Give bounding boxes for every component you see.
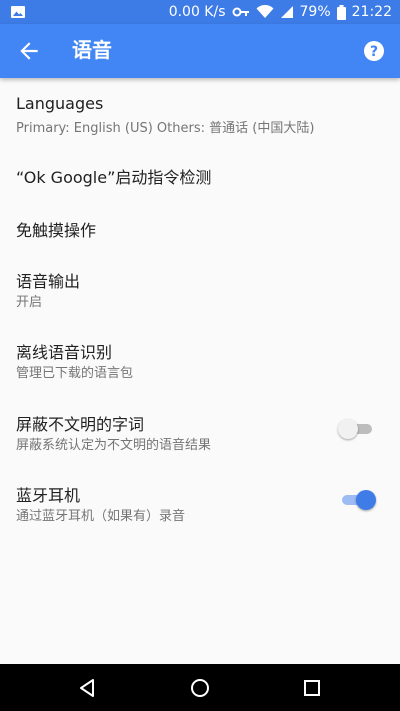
speech-output-title: 语音输出	[16, 272, 81, 291]
signal-icon	[280, 6, 293, 18]
bluetooth-headset-summary: 通过蓝牙耳机（如果有）录音	[16, 509, 186, 524]
offline-recognition-setting[interactable]: 离线语音识别 管理已下载的语言包	[0, 324, 400, 396]
recents-square-icon[interactable]	[300, 676, 324, 700]
navigation-bar	[0, 664, 400, 711]
speech-output-setting[interactable]: 语音输出 开启	[0, 254, 400, 324]
key-icon	[232, 7, 249, 17]
languages-summary: Primary: English (US) Others: 普通话 (中国大陆)	[16, 121, 315, 136]
block-offensive-title: 屏蔽不文明的字词	[16, 415, 145, 434]
hands-free-title: 免触摸操作	[16, 221, 97, 240]
clock: 21:22	[351, 4, 392, 20]
block-offensive-toggle[interactable]	[338, 419, 374, 439]
help-icon[interactable]: ?	[362, 39, 386, 63]
ok-google-setting[interactable]: “Ok Google”启动指令检测	[0, 148, 400, 202]
status-bar: 0.00 K/s 79% 21:22	[0, 0, 400, 24]
offline-recognition-title: 离线语音识别	[16, 343, 113, 362]
speech-output-summary: 开启	[16, 295, 43, 310]
bluetooth-headset-title: 蓝牙耳机	[16, 486, 81, 505]
battery-icon	[336, 4, 346, 20]
home-circle-icon[interactable]	[188, 676, 212, 700]
page-title: 语音	[72, 38, 112, 62]
ok-google-title: “Ok Google”启动指令检测	[16, 168, 212, 187]
hands-free-setting[interactable]: 免触摸操作	[0, 202, 400, 254]
block-offensive-setting[interactable]: 屏蔽不文明的字词 屏蔽系统认定为不文明的语音结果	[0, 396, 400, 468]
app-bar: 语音 ?	[0, 24, 400, 78]
battery-percent: 79%	[299, 4, 331, 20]
bluetooth-headset-toggle[interactable]	[340, 490, 376, 510]
languages-setting[interactable]: Languages Primary: English (US) Others: …	[0, 78, 400, 148]
bluetooth-headset-setting[interactable]: 蓝牙耳机 通过蓝牙耳机（如果有）录音	[0, 468, 400, 538]
arrow-back-icon[interactable]	[16, 38, 42, 64]
wifi-icon	[256, 5, 274, 18]
back-triangle-icon[interactable]	[76, 676, 100, 700]
offline-recognition-summary: 管理已下载的语言包	[16, 366, 134, 381]
block-offensive-summary: 屏蔽系统认定为不文明的语音结果	[16, 438, 212, 453]
languages-title: Languages	[16, 94, 104, 113]
network-speed: 0.00 K/s	[168, 4, 226, 20]
toggle-thumb	[338, 419, 358, 439]
image-icon	[11, 6, 25, 18]
toggle-thumb	[356, 490, 376, 510]
svg-text:?: ?	[370, 44, 378, 60]
